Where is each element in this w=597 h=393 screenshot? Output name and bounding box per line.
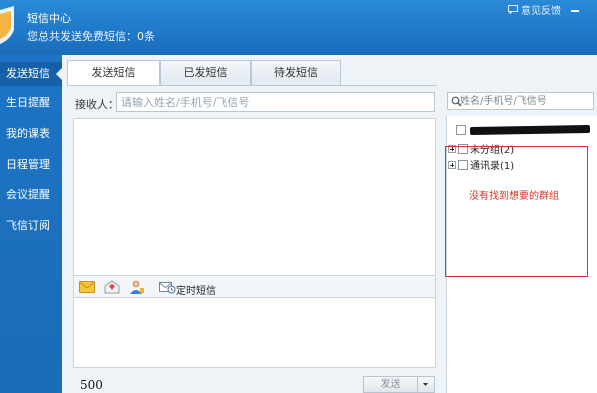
annotation-box	[445, 146, 588, 277]
char-count: 500	[80, 378, 103, 392]
timed-sms-label[interactable]: 定时短信	[176, 282, 216, 297]
annotation-text: 没有找到想要的群组	[469, 191, 559, 202]
sidebar-item-birthday-reminder[interactable]: 生日提醒	[0, 91, 62, 115]
contact-row-redacted[interactable]	[456, 125, 466, 135]
sidebar-item-fetion-subscribe[interactable]: 飞信订阅	[0, 214, 62, 238]
sidebar-item-calendar[interactable]: 日程管理	[0, 153, 62, 177]
tab-send-sms[interactable]: 发送短信	[67, 60, 160, 86]
tab-divider	[67, 85, 437, 86]
sidebar-item-send-sms[interactable]: 发送短信	[0, 62, 62, 86]
tab-pending-sms[interactable]: 待发短信	[251, 60, 341, 85]
recipient-input[interactable]	[116, 92, 435, 112]
feedback-link[interactable]: 意见反馈	[508, 2, 561, 17]
sidebar-item-my-schedule[interactable]: 我的课表	[0, 122, 62, 146]
send-options-button[interactable]	[418, 376, 435, 393]
compose-toolbar	[73, 276, 436, 298]
contact-search-input[interactable]	[460, 93, 592, 109]
app-title: 短信中心	[27, 12, 71, 25]
sms-sent-count: 您总共发送免费短信：0条	[27, 30, 155, 43]
message-textarea[interactable]	[73, 118, 436, 276]
feedback-label: 意见反馈	[521, 6, 561, 17]
timed-sms-icon[interactable]	[159, 280, 176, 294]
send-button[interactable]: 发送	[363, 376, 418, 393]
app-header: 短信中心 您总共发送免费短信：0条 意见反馈	[0, 0, 597, 55]
contact-checkbox[interactable]	[456, 125, 466, 135]
tab-sent-sms[interactable]: 已发短信	[160, 60, 251, 85]
app-logo-icon	[0, 6, 14, 44]
feedback-icon	[508, 5, 518, 14]
greeting-card-icon[interactable]	[104, 280, 120, 294]
compose-lower-area	[73, 298, 436, 368]
minimize-icon[interactable]	[568, 2, 582, 14]
contact-card-icon[interactable]	[129, 280, 145, 294]
sidebar-item-meeting-reminder[interactable]: 会议提醒	[0, 183, 62, 207]
chevron-down-icon	[423, 383, 428, 386]
recipient-label: 接收人：	[75, 98, 119, 111]
emoticon-icon[interactable]	[79, 280, 95, 294]
